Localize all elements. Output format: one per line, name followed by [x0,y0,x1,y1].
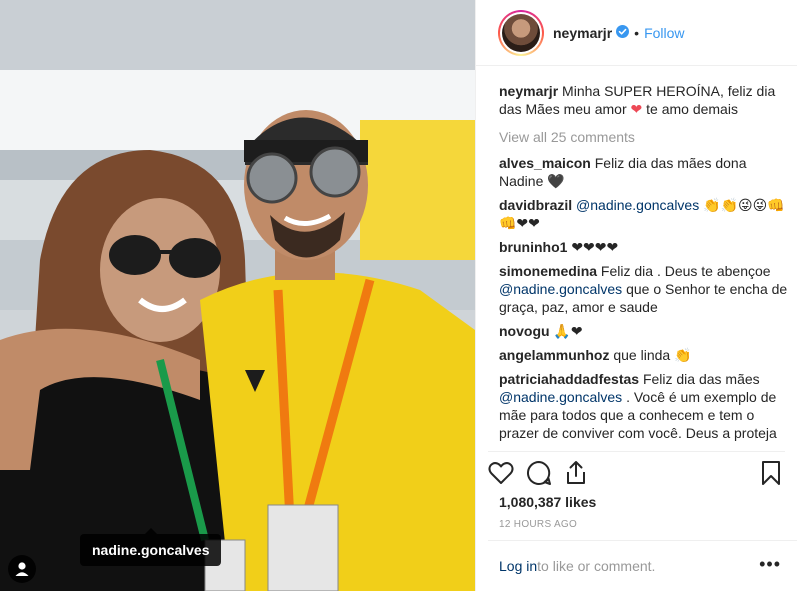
comment-username[interactable]: patriciahaddadfestas [499,371,639,387]
user-tag-button[interactable] [8,555,36,583]
comments-list[interactable]: neymarjr Minha SUPER HEROÍNA, feliz dia … [499,82,789,450]
comment-mention[interactable]: @nadine.goncalves [499,281,622,297]
post-photo[interactable]: nadine.goncalves [0,0,475,591]
comment-text: 🙏❤ [549,323,583,339]
heart-emoji-icon: ❤ [630,101,643,117]
comment-mention[interactable]: @nadine.goncalves [499,389,622,405]
share-icon[interactable] [564,460,588,486]
comment-item: davidbrazil @nadine.goncalves 👏👏😜😜👊👊❤❤ [499,196,789,232]
user-icon [15,562,29,576]
comment-mention[interactable]: @nadine.goncalves [576,197,699,213]
add-comment-bar: Log in to like or comment. ••• [488,540,797,591]
bookmark-icon[interactable] [761,460,781,486]
login-link[interactable]: Log in [499,558,537,574]
comment-item: bruninho1 ❤❤❤❤ [499,238,789,256]
action-bar [488,451,785,493]
comment-item: patriciahaddadfestas Feliz dia das mães … [499,370,789,442]
comment-text: Feliz dia das mães [639,371,760,387]
likes-count[interactable]: 1,080,387 likes [499,494,596,510]
heart-icon[interactable] [488,461,514,485]
header-username[interactable]: neymarjr [553,25,612,41]
caption: neymarjr Minha SUPER HEROÍNA, feliz dia … [499,82,789,118]
comment-text: Feliz dia . Deus te abençoe [597,263,771,279]
comment-username[interactable]: alves_maicon [499,155,591,171]
comment-item: simonemedina Feliz dia . Deus te abençoe… [499,262,789,316]
user-tag-bubble[interactable]: nadine.goncalves [80,528,222,566]
header-separator: • [634,24,640,41]
post-header: neymarjr • Follow [476,0,797,66]
follow-button[interactable]: Follow [644,25,684,41]
comment-username[interactable]: bruninho1 [499,239,567,255]
post-timestamp[interactable]: 12 HOURS AGO [499,519,577,530]
post-sidebar: neymarjr • Follow neymarjr Minha SUPER H… [475,0,797,591]
comment-username[interactable]: davidbrazil [499,197,572,213]
instagram-post: nadine.goncalves neymarjr • Follow neyma… [0,0,797,591]
photo-illustration [0,0,475,591]
comment-text: ❤❤❤❤ [567,239,619,255]
comment-username[interactable]: angelammunhoz [499,347,609,363]
login-prompt-text: to like or comment. [537,558,656,574]
verified-badge-icon [616,24,630,41]
user-tag-label: nadine.goncalves [92,542,210,558]
comment-item: angelammunhoz que linda 👏 [499,346,789,364]
avatar-border [500,11,542,54]
comment-item: alves_maicon Feliz dia das mães dona Nad… [499,154,789,190]
caption-text-end: te amo demais [642,101,738,117]
comment-username[interactable]: simonemedina [499,263,597,279]
caption-username[interactable]: neymarjr [499,83,558,99]
avatar-image [502,13,540,52]
comment-text: que linda 👏 [609,347,692,363]
comment-icon[interactable] [526,460,552,486]
avatar[interactable] [498,9,544,56]
comment-username[interactable]: novogu [499,323,550,339]
comment-item: novogu 🙏❤ [499,322,789,340]
view-all-comments-link[interactable]: View all 25 comments [499,128,789,146]
more-options-icon[interactable]: ••• [759,555,781,573]
